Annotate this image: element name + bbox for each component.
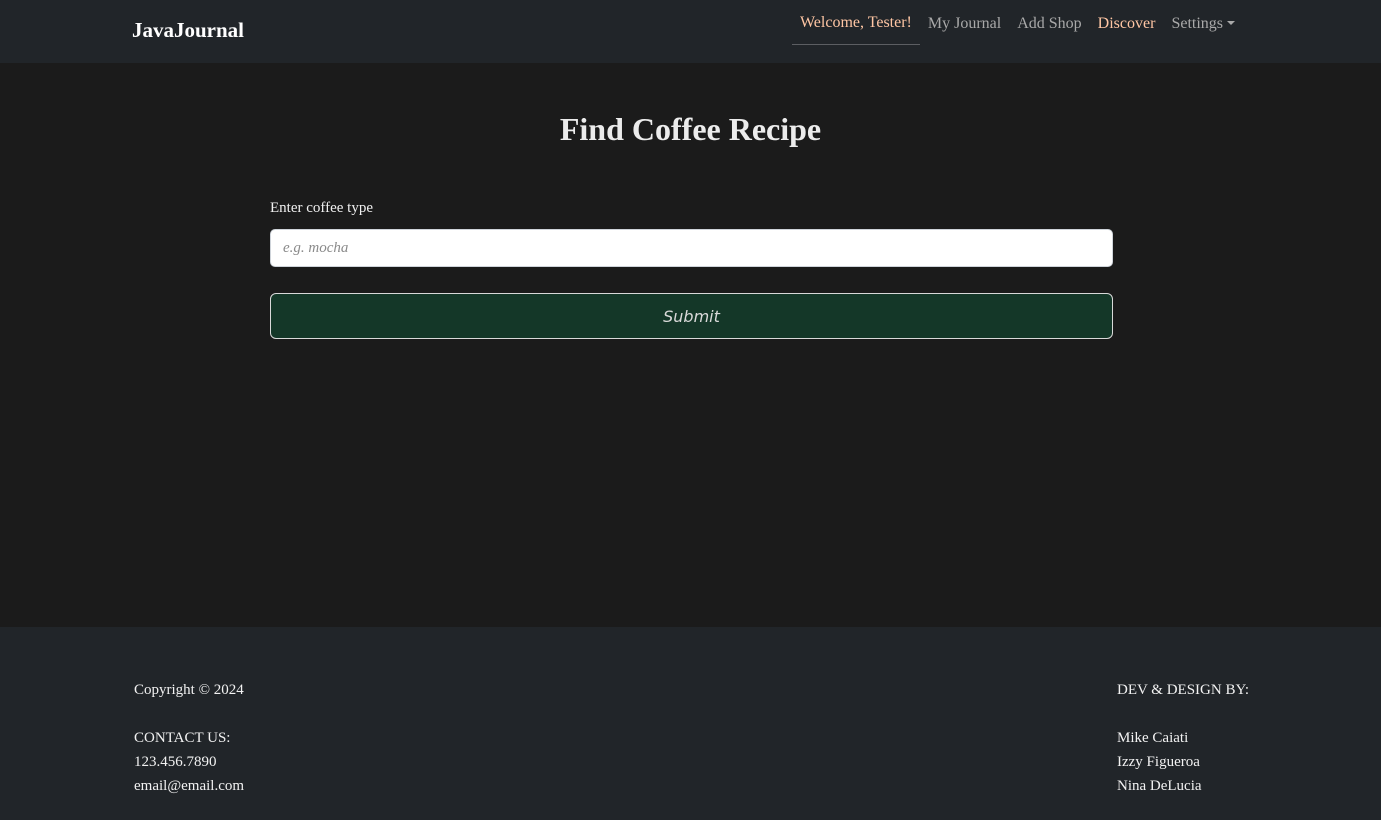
coffee-type-label: Enter coffee type [270,200,374,216]
navbar: JavaJournal Welcome, Tester! My Journal … [0,0,1381,63]
contact-heading: CONTACT US: [134,730,231,746]
nav-discover[interactable]: Discover [1090,7,1164,41]
footer-credits: DEV & DESIGN BY: Mike Caiati Izzy Figuer… [1117,678,1249,798]
footer-contact: Copyright © 2024 CONTACT US: 123.456.789… [134,678,244,798]
footer: Copyright © 2024 CONTACT US: 123.456.789… [0,627,1381,820]
nav-settings-dropdown[interactable]: Settings [1163,7,1243,41]
developer-name: Izzy Figueroa [1117,754,1200,770]
developer-name: Mike Caiati [1117,730,1189,746]
coffee-type-input[interactable] [270,229,1113,267]
nav-settings-label: Settings [1171,14,1223,32]
page-title: Find Coffee Recipe [559,111,822,147]
main-content: Find Coffee Recipe Enter coffee type Sub… [0,63,1381,627]
nav-welcome[interactable]: Welcome, Tester! [791,6,920,45]
copyright-text: Copyright © 2024 [134,682,244,698]
nav-add-shop[interactable]: Add Shop [1009,7,1089,41]
contact-email: email@email.com [134,778,245,794]
developer-name: Nina DeLucia [1117,778,1202,794]
caret-down-icon [1227,20,1235,25]
contact-phone: 123.456.7890 [134,754,217,770]
nav-my-journal[interactable]: My Journal [920,7,1009,41]
credits-heading: DEV & DESIGN BY: [1117,682,1250,698]
submit-button[interactable]: Submit [270,293,1113,339]
nav-menu: Welcome, Tester! My Journal Add Shop Dis… [791,0,1243,47]
brand-link[interactable]: JavaJournal [132,18,244,43]
